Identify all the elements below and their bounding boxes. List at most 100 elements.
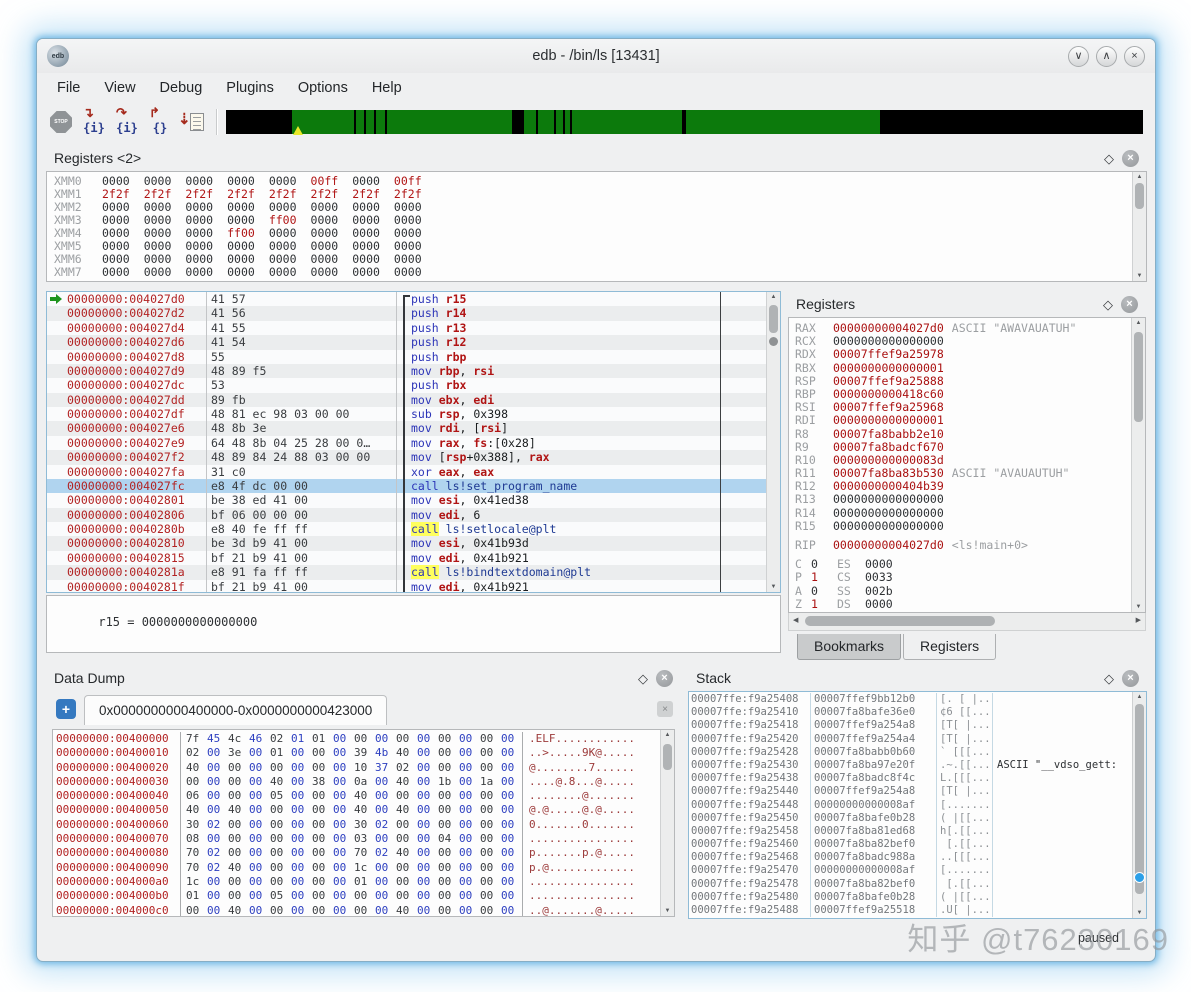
- scroll-thumb[interactable]: [805, 616, 995, 626]
- hex-dump-row[interactable]: 00000000:004000a01c000000000000000100000…: [53, 875, 674, 889]
- stack-row[interactable]: 00007ffe:f9a2547800007fa8ba82bef0 [.[[..…: [689, 878, 1146, 891]
- hex-dump-row[interactable]: 00000000:004000b001000000050000000000000…: [53, 889, 674, 903]
- hex-dump-row[interactable]: 00000000:0040008070020000000000007002400…: [53, 846, 674, 860]
- stack-row[interactable]: 00007ffe:f9a2547000000000000008af[......…: [689, 864, 1146, 877]
- step-into-button[interactable]: ↴ {i}: [80, 108, 108, 136]
- stop-button[interactable]: STOP: [47, 108, 75, 136]
- scroll-up-icon[interactable]: ▲: [661, 732, 674, 738]
- detach-panel-icon[interactable]: ◇: [1103, 298, 1113, 311]
- stack-row[interactable]: 00007ffe:f9a2541000007fa8bafe36e0¢6 [[..…: [689, 706, 1146, 719]
- detach-panel-icon[interactable]: ◇: [638, 672, 648, 685]
- dump-region-tab[interactable]: 0x0000000000400000-0x0000000000423000: [84, 695, 387, 725]
- disasm-row[interactable]: 00000000:00402815bf 21 b9 41 00mov edi, …: [47, 551, 780, 565]
- close-tab-icon[interactable]: ×: [657, 701, 673, 717]
- disasm-row[interactable]: 00000000:004027d855push rbp: [47, 350, 780, 364]
- hex-dump-row[interactable]: 00000000:0040007008000000000000000300000…: [53, 832, 674, 846]
- add-dump-region-button[interactable]: +: [56, 699, 76, 719]
- flag-row[interactable]: Z1DS0000: [789, 598, 1145, 611]
- stack-row[interactable]: 00007ffe:f9a2541800007ffef9a254a8[T[ |..…: [689, 719, 1146, 732]
- disasm-row[interactable]: 00000000:0040281ae8 91 fa ff ffcall ls!b…: [47, 565, 780, 579]
- menu-item-file[interactable]: File: [45, 76, 92, 100]
- stack-header[interactable]: Stack ◇ ×: [688, 665, 1147, 691]
- detach-panel-icon[interactable]: ◇: [1104, 152, 1114, 165]
- menu-item-plugins[interactable]: Plugins: [214, 76, 286, 100]
- step-over-button[interactable]: ↷ {i}: [113, 108, 141, 136]
- disasm-row[interactable]: 00000000:0040281fbf 21 b9 41 00mov edi, …: [47, 580, 780, 594]
- tab-registers[interactable]: Registers: [903, 634, 996, 660]
- flag-row[interactable]: P1CS0033: [789, 571, 1145, 584]
- tab-bookmarks[interactable]: Bookmarks: [797, 634, 901, 660]
- step-out-button[interactable]: ↱ {}: [146, 108, 174, 136]
- disasm-row[interactable]: 00000000:00402801be 38 ed 41 00mov esi, …: [47, 493, 780, 507]
- stack-scrollbar[interactable]: ▲ ▼: [1132, 692, 1146, 918]
- disasm-row[interactable]: 00000000:0040280be8 40 fe ff ffcall ls!s…: [47, 522, 780, 536]
- scroll-thumb[interactable]: [663, 744, 672, 770]
- hex-dump-row[interactable]: 00000000:0040002040000000000000001037020…: [53, 761, 674, 775]
- scroll-left-icon[interactable]: ◀: [793, 616, 798, 624]
- hex-dump-row[interactable]: 00000000:0040009070024000000000001c00000…: [53, 861, 674, 875]
- run-button[interactable]: ⇣: [179, 108, 207, 136]
- close-button[interactable]: ×: [1124, 46, 1145, 67]
- detach-panel-icon[interactable]: ◇: [1104, 672, 1114, 685]
- scroll-right-icon[interactable]: ▶: [1136, 616, 1141, 624]
- stack-row[interactable]: 00007ffe:f9a2546800007fa8badc988a..[[[..…: [689, 851, 1146, 864]
- stack-row[interactable]: 00007ffe:f9a2544800000000000008af[......…: [689, 799, 1146, 812]
- hex-dump-row[interactable]: 00000000:004000c000004000000000000000400…: [53, 904, 674, 917]
- stack-row[interactable]: 00007ffe:f9a2544000007ffef9a254a8[T[ |..…: [689, 785, 1146, 798]
- scroll-down-icon[interactable]: ▼: [661, 908, 674, 914]
- registers-scrollbar[interactable]: ▲ ▼: [1131, 318, 1145, 612]
- menu-item-options[interactable]: Options: [286, 76, 360, 100]
- stack-row[interactable]: 00007ffe:f9a2542800007fa8babb0b60` [[[..…: [689, 746, 1146, 759]
- hex-dump-view[interactable]: 00000000:004000007f454c46020101000000000…: [52, 729, 675, 917]
- disasm-row[interactable]: 00000000:004027dd89 fbmov ebx, edi: [47, 393, 780, 407]
- menu-item-help[interactable]: Help: [360, 76, 414, 100]
- scroll-down-icon[interactable]: ▼: [767, 584, 780, 590]
- registers-hscrollbar[interactable]: ◀ ▶: [788, 613, 1146, 631]
- disasm-row[interactable]: 00000000:004027fa31 c0xor eax, eax: [47, 465, 780, 479]
- stack-row[interactable]: 00007ffe:f9a2546000007fa8ba82bef0 [.[[..…: [689, 838, 1146, 851]
- scroll-down-icon[interactable]: ▼: [1132, 604, 1145, 610]
- close-panel-icon[interactable]: ×: [656, 670, 673, 687]
- hex-dump-row[interactable]: 00000000:0040004006000000050000004000000…: [53, 789, 674, 803]
- hex-dump-row[interactable]: 00000000:004000007f454c46020101000000000…: [53, 732, 674, 746]
- close-panel-icon[interactable]: ×: [1122, 150, 1139, 167]
- scroll-up-icon[interactable]: ▲: [767, 294, 780, 300]
- scroll-down-icon[interactable]: ▼: [1133, 273, 1146, 279]
- close-panel-icon[interactable]: ×: [1121, 296, 1138, 313]
- title-bar[interactable]: edb edb - /bin/ls [13431] ∨ ∧ ×: [37, 39, 1155, 73]
- scroll-up-icon[interactable]: ▲: [1132, 320, 1145, 326]
- disasm-row[interactable]: 00000000:004027d441 55push r13: [47, 321, 780, 335]
- disassembly-view[interactable]: 00000000:004027d041 57push r1500000000:0…: [46, 291, 781, 593]
- menu-item-view[interactable]: View: [92, 76, 147, 100]
- register-row[interactable]: R150000000000000000: [789, 520, 1145, 533]
- simd-registers-header[interactable]: Registers <2> ◇ ×: [46, 145, 1147, 171]
- scroll-up-icon[interactable]: ▲: [1133, 174, 1146, 180]
- disasm-row[interactable]: 00000000:004027d948 89 f5mov rbp, rsi: [47, 364, 780, 378]
- disasm-row[interactable]: 00000000:004027e648 8b 3emov rdi, [rsi]: [47, 421, 780, 435]
- menu-item-debug[interactable]: Debug: [148, 76, 215, 100]
- scroll-up-icon[interactable]: ▲: [1133, 694, 1146, 700]
- flag-row[interactable]: A0SS002b: [789, 585, 1145, 598]
- stack-row[interactable]: 00007ffe:f9a2545800007fa8ba81ed68h[.[[..…: [689, 825, 1146, 838]
- disasm-row[interactable]: 00000000:004027dc53push rbx: [47, 378, 780, 392]
- register-row-rip[interactable]: RIP00000000004027d0<ls!main+0>: [789, 539, 1145, 552]
- disasm-row[interactable]: 00000000:00402806bf 06 00 00 00mov edi, …: [47, 508, 780, 522]
- maximize-button[interactable]: ∧: [1096, 46, 1117, 67]
- minimize-button[interactable]: ∨: [1068, 46, 1089, 67]
- close-panel-icon[interactable]: ×: [1122, 670, 1139, 687]
- stack-row[interactable]: 00007ffe:f9a2542000007ffef9a254a4[T[ |..…: [689, 733, 1146, 746]
- hex-dump-row[interactable]: 00000000:0040003000000000400038000a00400…: [53, 775, 674, 789]
- simd-register-row[interactable]: XMM700000000000000000000000000000000: [47, 266, 1146, 279]
- disasm-row[interactable]: 00000000:004027f248 89 84 24 88 03 00 00…: [47, 450, 780, 464]
- stack-row[interactable]: 00007ffe:f9a2545000007fa8bafe0b28( |[[..…: [689, 812, 1146, 825]
- disasm-row[interactable]: 00000000:004027e964 48 8b 04 25 28 00 0……: [47, 436, 780, 450]
- disasm-row[interactable]: 00000000:004027fce8 4f dc 00 00call ls!s…: [47, 479, 780, 493]
- scroll-thumb[interactable]: [1135, 183, 1144, 209]
- hex-dump-row[interactable]: 00000000:0040005040004000000000004000400…: [53, 803, 674, 817]
- memory-map-bar[interactable]: [226, 110, 1143, 134]
- scroll-thumb[interactable]: [1135, 704, 1144, 894]
- disasm-row[interactable]: 00000000:004027d241 56push r14: [47, 306, 780, 320]
- hex-dump-row[interactable]: 00000000:0040006030020000000000003002000…: [53, 818, 674, 832]
- stack-row[interactable]: 00007ffe:f9a2548000007fa8bafe0b28( |[[..…: [689, 891, 1146, 904]
- stack-view[interactable]: 00007ffe:f9a2540800007ffef9bb12b0[. [ |.…: [688, 691, 1147, 919]
